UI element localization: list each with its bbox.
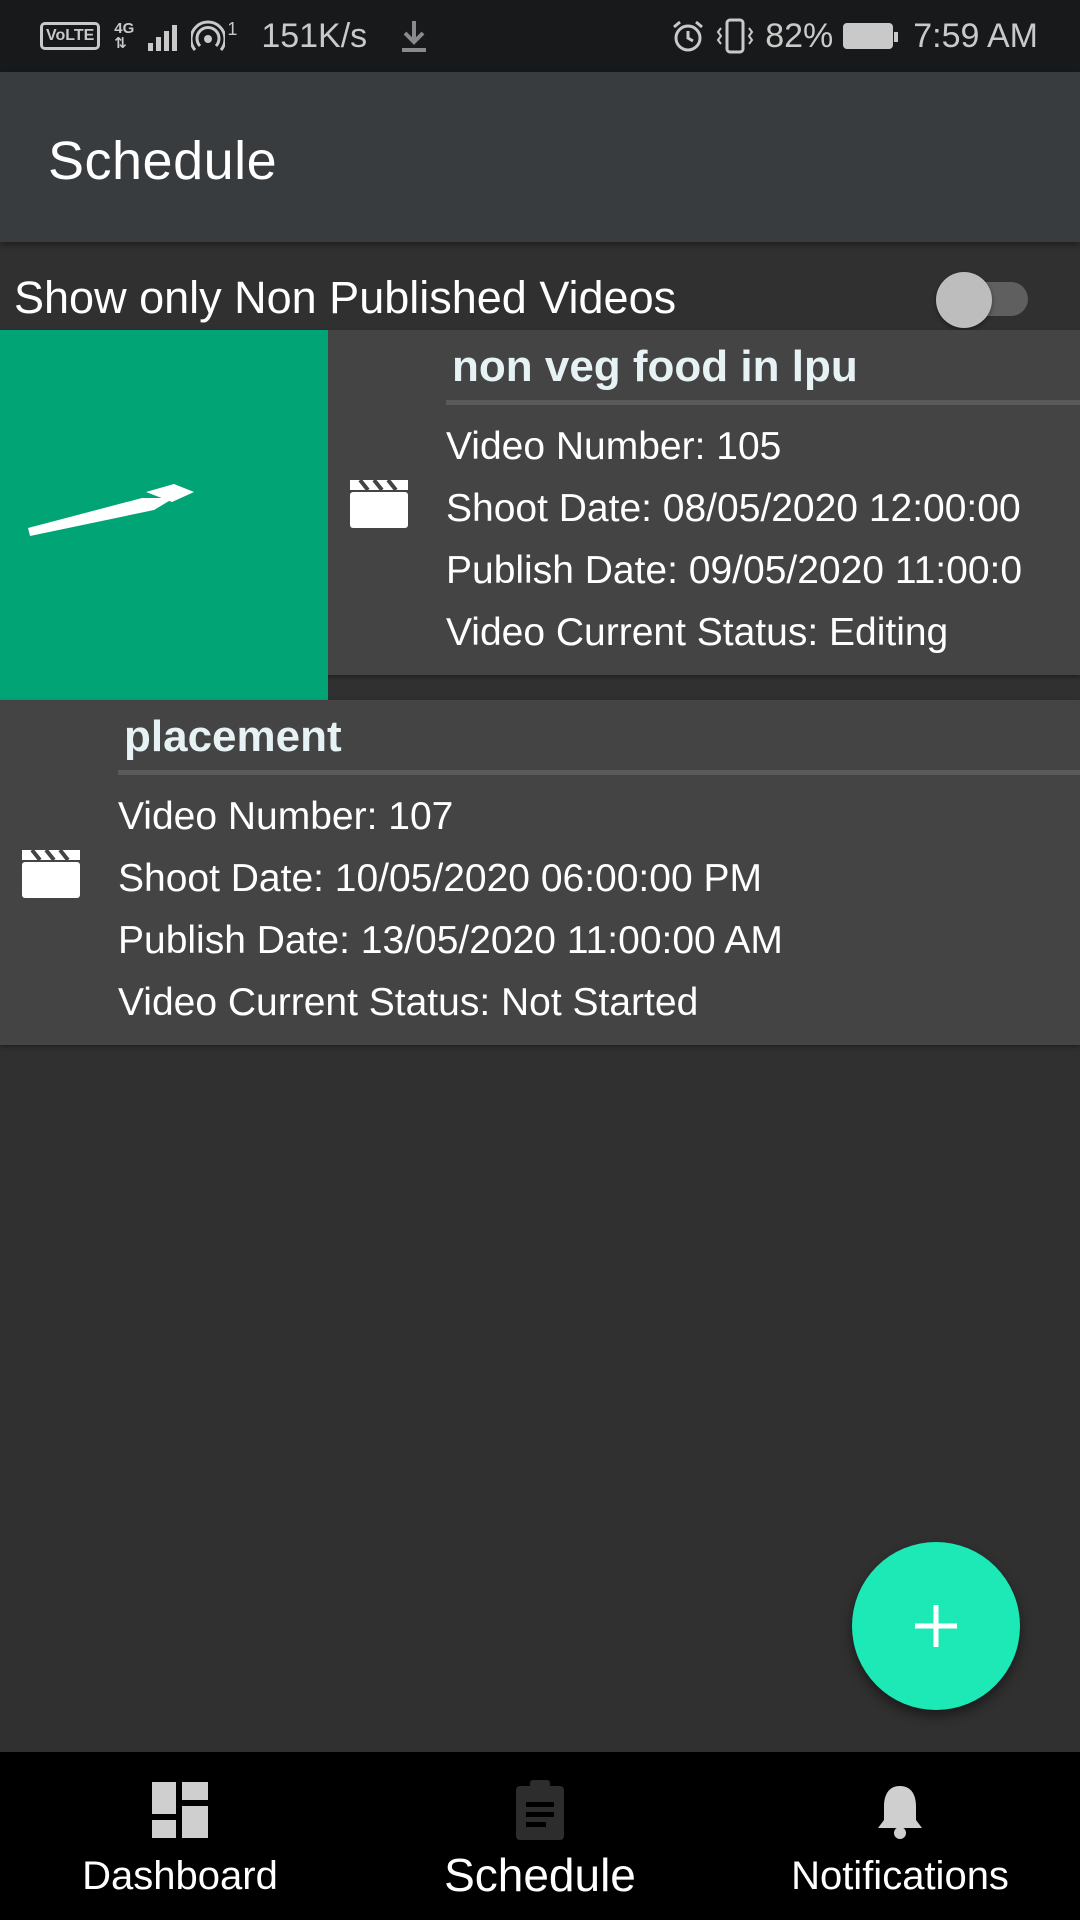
non-published-toggle[interactable] <box>936 268 1032 328</box>
network-arrows: ⇅ <box>114 35 127 52</box>
volte-icon: VoLTE <box>40 22 101 50</box>
shoot-date: Shoot Date: 10/05/2020 06:00:00 PM <box>118 857 762 900</box>
dashboard-icon <box>152 1782 208 1838</box>
shoot-date: Shoot Date: 08/05/2020 12:00:00 <box>446 487 1021 530</box>
divider <box>446 400 1080 405</box>
bottom-navigation: Dashboard Schedule Notifications <box>0 1752 1080 1920</box>
publish-date: Publish Date: 09/05/2020 11:00:0 <box>446 549 1023 592</box>
filter-row: Show only Non Published Videos <box>0 262 1080 332</box>
video-title: placement <box>124 712 342 761</box>
video-card[interactable]: non veg food in lpu Video Number: 105 Sh… <box>0 330 1080 700</box>
clock: 7:59 AM <box>913 16 1038 55</box>
network-type-label: 4G <box>114 20 135 37</box>
signal-icon <box>148 21 178 51</box>
bell-icon <box>878 1786 922 1839</box>
vibrate-icon <box>716 18 754 54</box>
publish-date: Publish Date: 13/05/2020 11:00:00 AM <box>118 919 783 962</box>
edit-pencil-icon <box>28 484 194 536</box>
nav-label: Notifications <box>791 1854 1009 1898</box>
nav-notifications[interactable]: Notifications <box>720 1752 1080 1920</box>
status-bar-right: 82% 7:59 AM <box>671 0 1038 72</box>
hotspot-count: 1 <box>227 18 238 39</box>
alarm-icon <box>673 20 704 52</box>
battery-icon <box>843 23 899 49</box>
nav-label: Dashboard <box>82 1854 278 1898</box>
plus-icon <box>915 1605 957 1647</box>
network-type-icon: 4G ⇅ <box>114 21 134 51</box>
status-bar: VoLTE 4G ⇅ 1 151K/s 82% 7:59 AM <box>0 0 1080 72</box>
video-status: Video Current Status: Editing <box>446 611 949 654</box>
toggle-thumb <box>936 272 992 328</box>
page-title: Schedule <box>48 131 278 191</box>
video-number: Video Number: 107 <box>118 795 454 838</box>
video-status: Video Current Status: Not Started <box>118 981 699 1024</box>
video-number: Video Number: 105 <box>446 425 782 468</box>
video-card[interactable]: placement Video Number: 107 Shoot Date: … <box>0 700 1080 1045</box>
app-bar: Schedule <box>0 72 1080 242</box>
battery-percent: 82% <box>765 16 834 55</box>
status-bar-left: VoLTE 4G ⇅ 1 151K/s <box>40 0 429 72</box>
video-title: non veg food in lpu <box>452 342 858 391</box>
add-video-button[interactable] <box>852 1542 1020 1710</box>
edit-swipe-action[interactable] <box>0 330 328 700</box>
video-card-content: placement Video Number: 107 Shoot Date: … <box>0 700 1080 1045</box>
filter-label: Show only Non Published Videos <box>14 272 677 323</box>
download-icon <box>402 21 427 52</box>
nav-schedule[interactable]: Schedule <box>360 1752 720 1920</box>
video-card-content: non veg food in lpu Video Number: 105 Sh… <box>328 330 1080 675</box>
network-speed: 151K/s <box>261 16 368 55</box>
nav-label: Schedule <box>444 1849 636 1901</box>
clipboard-icon <box>516 1780 564 1840</box>
divider <box>118 770 1080 775</box>
clapperboard-icon <box>350 478 408 528</box>
nav-dashboard[interactable]: Dashboard <box>0 1752 360 1920</box>
hotspot-icon <box>191 20 226 51</box>
clapperboard-icon <box>22 848 80 898</box>
